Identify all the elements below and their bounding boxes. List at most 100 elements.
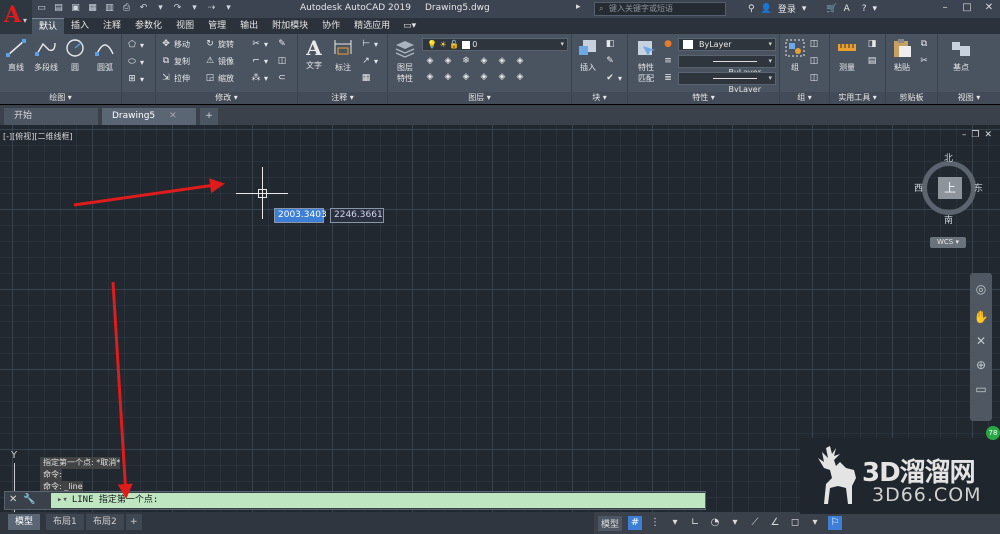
ungroup-tool[interactable]: ◫ (808, 39, 820, 50)
drawing5-tab[interactable]: Drawing5 ✕ (102, 108, 196, 125)
table-tool[interactable]: ▦ (360, 73, 372, 84)
viewport-controls-label[interactable]: [-][俯视][二维线框] (3, 131, 73, 142)
view-panel-title[interactable]: 视图 ▾ (938, 92, 1000, 104)
layer-copy-icon[interactable]: ◈ (514, 72, 526, 83)
layer-thaw-icon[interactable]: ◈ (478, 72, 490, 83)
ribbon-display-toggle[interactable]: ▭▾ (397, 18, 422, 34)
qat-customize-icon[interactable]: ▾ (223, 3, 234, 14)
draw-panel-title[interactable]: 绘图 ▾ (0, 92, 121, 104)
ortho-icon[interactable]: ∟ (688, 516, 702, 530)
notification-badge[interactable]: 78 (986, 426, 1000, 440)
stretch-button[interactable]: ⇲ 拉伸 (160, 73, 190, 84)
viewcube[interactable]: 上 北 南 西 东 (914, 151, 983, 226)
snap-mode-icon[interactable]: ⋮ (648, 516, 662, 530)
compass-west[interactable]: 西 (914, 181, 923, 194)
layer-walk-icon[interactable]: ◈ (514, 56, 526, 67)
osnap-dropdown-icon[interactable]: ▾ (808, 516, 822, 530)
wcs-menu[interactable]: WCS ▾ (930, 237, 966, 248)
command-input[interactable]: ▸▾ LINE 指定第一个点: (51, 493, 705, 508)
layout1-tab[interactable]: 布局1 (46, 514, 84, 530)
isometric-icon[interactable]: ⟋ (748, 516, 762, 530)
layer-off-icon[interactable]: ◈ (424, 56, 436, 67)
tab-addins[interactable]: 附加模块 (265, 18, 315, 34)
measure-button[interactable]: 测量 (834, 38, 860, 73)
tab-annotate[interactable]: 注释 (96, 18, 128, 34)
help-icon[interactable]: ? (862, 4, 867, 14)
save-icon[interactable]: ▣ (70, 3, 81, 14)
dynamic-input-y[interactable]: 2246.3661 (330, 208, 384, 223)
zoom-extents-icon[interactable]: ✕ (973, 333, 989, 349)
cut-tool[interactable]: ✂ (918, 56, 930, 67)
paste-button[interactable]: 粘贴 (890, 38, 914, 73)
arc-button[interactable]: 圆弧 (93, 38, 117, 73)
application-menu-button[interactable]: A ▾ (0, 0, 32, 38)
close-command-line-icon[interactable]: ✕ (9, 494, 17, 505)
search-input[interactable]: ⌕ 键入关键字或短语 (594, 2, 726, 16)
login-label[interactable]: 登录 (778, 2, 796, 15)
annotation-scale-icon[interactable]: ⚐ (828, 516, 843, 530)
polar-tracking-icon[interactable]: ◔ (708, 516, 722, 530)
color-wheel-tool[interactable]: ● (662, 39, 674, 50)
group-select-tool[interactable]: ◫ (808, 73, 820, 84)
layer-unlock-icon[interactable]: ◈ (496, 72, 508, 83)
lineweight-dropdown[interactable]: ByLayer ▾ (678, 72, 776, 94)
tab-manage[interactable]: 管理 (201, 18, 233, 34)
group-edit-tool[interactable]: ◫ (808, 56, 820, 67)
grid-icon[interactable]: # (628, 516, 643, 530)
maximize-icon[interactable]: □ (960, 2, 974, 13)
print-icon[interactable]: ⎙ (121, 3, 132, 14)
offset-button[interactable]: ⊂ (276, 73, 288, 84)
copy-clip-tool[interactable]: ⧉ (918, 39, 930, 50)
redo-icon[interactable]: ↷ (172, 3, 183, 14)
share-icon[interactable]: ⇢ (206, 3, 217, 14)
mirror-button[interactable]: ⚠ 镜像 (204, 56, 234, 67)
dimension-button[interactable]: 标注 (330, 38, 356, 73)
tab-insert[interactable]: 插入 (64, 18, 96, 34)
tab-view[interactable]: 视图 (169, 18, 201, 34)
calculator-tool[interactable]: ▤ (866, 56, 878, 67)
trim-button[interactable]: ✂ ▾ (250, 39, 268, 50)
polar-dropdown-icon[interactable]: ▾ (728, 516, 742, 530)
user-icon[interactable]: 👤 (761, 4, 772, 14)
layer-on-icon[interactable]: ◈ (442, 72, 454, 83)
scale-button[interactable]: ◲ 缩放 (204, 73, 234, 84)
create-block-tool[interactable]: ◧ (604, 39, 616, 50)
close-tab-icon[interactable]: ✕ (169, 111, 177, 121)
tab-featured-apps[interactable]: 精选应用 (347, 18, 397, 34)
rotate-button[interactable]: ↻ 旋转 (204, 39, 234, 50)
viewport-restore-icon[interactable]: ❐ (971, 130, 979, 140)
layer-dropdown[interactable]: 💡 ☀ 🔓 0 ▾ (422, 38, 568, 51)
object-snap-tracking-icon[interactable]: ∠ (768, 516, 782, 530)
layer-unisolate-icon[interactable]: ◈ (460, 72, 472, 83)
edit-block-tool[interactable]: ✎ (604, 56, 616, 67)
undo-icon[interactable]: ↶ (138, 3, 149, 14)
tab-default[interactable]: 默认 (32, 18, 65, 34)
properties-panel-title[interactable]: 特性 ▾ (628, 92, 779, 104)
new-icon[interactable]: ▭ (36, 3, 47, 14)
pan-icon[interactable]: ✋ (973, 309, 989, 325)
compass-north[interactable]: 北 (944, 151, 953, 164)
circle-button[interactable]: 圆 (63, 38, 87, 73)
open-icon[interactable]: ▤ (53, 3, 64, 14)
linetype-dropdown[interactable]: ByLayer▾ (678, 55, 776, 77)
groups-panel-title[interactable]: 组 ▾ (780, 92, 829, 104)
modify-panel-title[interactable]: 修改 ▾ (156, 92, 297, 104)
layer-lock-icon[interactable]: ◈ (478, 56, 490, 67)
model-tab[interactable]: 模型 (8, 514, 41, 530)
customize-command-icon[interactable]: 🔧 (23, 494, 35, 505)
move-button[interactable]: ✥ 移动 (160, 39, 190, 50)
viewport-minimize-icon[interactable]: – (962, 130, 967, 140)
cloud-save-icon[interactable]: ▥ (104, 3, 115, 14)
model-space-toggle[interactable]: 模型 (598, 515, 623, 531)
leader-tool[interactable]: ↗ ▾ (360, 56, 378, 67)
showmotion-icon[interactable]: ▭ (973, 381, 989, 397)
clipboard-panel-title[interactable]: 剪贴板 (886, 92, 937, 104)
recent-commands-icon[interactable]: ▸▾ (57, 495, 68, 505)
ribbon-minimize-icon[interactable]: ▸ (576, 2, 581, 12)
layer-freeze-icon[interactable]: ❄ (460, 56, 472, 67)
new-tab-button[interactable]: + (200, 108, 218, 125)
layers-panel-title[interactable]: 图层 ▾ (388, 92, 571, 104)
snap-dropdown-icon[interactable]: ▾ (668, 516, 682, 530)
undo-dropdown-icon[interactable]: ▾ (155, 3, 166, 14)
text-button[interactable]: A 文字 (302, 38, 326, 71)
